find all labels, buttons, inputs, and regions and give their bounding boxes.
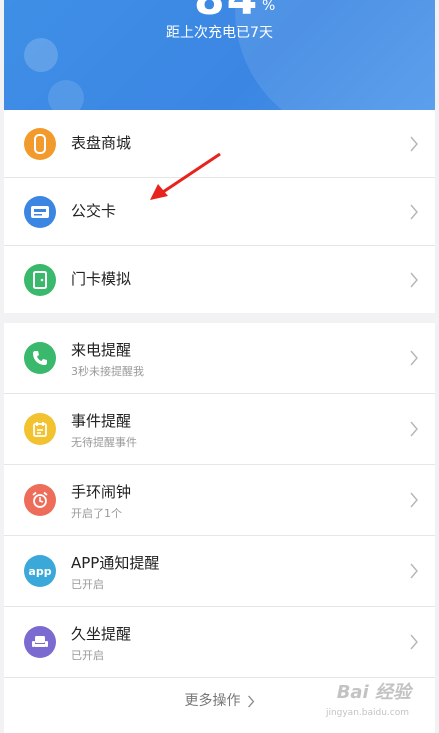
chevron-right-icon (410, 136, 418, 151)
watermark-url: jingyan.baidu.com (325, 708, 409, 718)
chevron-right-icon (410, 563, 418, 579)
reminder-status: 3秒未接提醒我 (71, 365, 144, 378)
feature-label: 公交卡 (71, 202, 117, 220)
chevron-right-icon (410, 272, 418, 287)
reminder-status: 开启了1个 (71, 507, 122, 520)
reminder-row-event[interactable]: 事件提醒 无待提醒事件 (4, 394, 435, 465)
chevron-right-icon (410, 634, 418, 650)
door-card-icon (24, 263, 56, 296)
reminder-label: 手环闹钟 (71, 483, 132, 501)
app-icon: app (24, 555, 56, 587)
event-icon (24, 413, 56, 445)
reminder-row-incoming-call[interactable]: 来电提醒 3秒未接提醒我 (4, 323, 435, 394)
chevron-right-icon (410, 492, 418, 508)
charge-status: 距上次充电已7天 (166, 25, 273, 41)
chevron-right-icon (410, 350, 418, 366)
feature-row-door-card[interactable]: 门卡模拟 (4, 246, 435, 313)
alarm-icon (24, 484, 56, 516)
battery-header: 84 % 距上次充电已7天 (4, 0, 435, 110)
reminder-label: 来电提醒 (71, 341, 132, 359)
reminder-label: 事件提醒 (71, 412, 132, 430)
feature-label: 表盘商城 (71, 134, 132, 152)
reminder-row-sedentary[interactable]: 久坐提醒 已开启 (4, 607, 435, 678)
reminder-row-app-notification[interactable]: app APP通知提醒 已开启 (4, 536, 435, 607)
annotation-arrow-icon (150, 152, 221, 200)
reminder-status: 无待提醒事件 (71, 436, 137, 449)
reminders-card: 来电提醒 3秒未接提醒我 事件提醒 无待提醒事件 手环闹钟 开启了1个 app … (4, 323, 435, 733)
battery-unit: % (262, 0, 276, 14)
reminder-label: APP通知提醒 (71, 554, 160, 572)
reminder-row-alarm[interactable]: 手环闹钟 开启了1个 (4, 465, 435, 536)
decor-circle (235, 0, 435, 110)
reminder-label: 久坐提醒 (71, 625, 132, 643)
phone-icon (24, 342, 56, 374)
seat-icon (24, 626, 56, 658)
reminder-status: 已开启 (71, 578, 104, 591)
chevron-right-icon (410, 421, 418, 437)
decor-circle (24, 38, 58, 72)
bus-card-icon (24, 195, 56, 228)
more-actions-label: 更多操作 (184, 693, 241, 709)
features-card: 表盘商城 公交卡 门卡模拟 (4, 110, 435, 313)
watermark-logo: Bai 经验 (336, 682, 411, 703)
decor-circle (48, 80, 84, 110)
feature-label: 门卡模拟 (71, 270, 132, 288)
chevron-right-icon (410, 204, 418, 219)
watch-icon (24, 127, 56, 160)
chevron-right-icon (247, 694, 254, 708)
reminder-status: 已开启 (71, 649, 104, 662)
